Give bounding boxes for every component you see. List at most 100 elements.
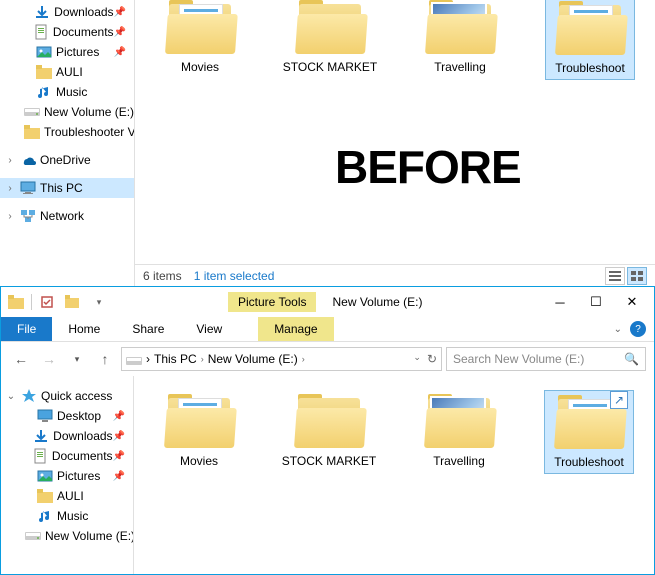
- pin-icon: 📌: [113, 431, 125, 442]
- folder-troubleshoot[interactable]: ↗ Troubleshoot: [544, 390, 634, 474]
- tree-item-auli[interactable]: AULI: [0, 62, 134, 82]
- pin-icon: 📌: [114, 47, 126, 58]
- folder-travelling[interactable]: Travelling: [415, 0, 505, 80]
- tree-item-documents[interactable]: Documents📌: [1, 446, 133, 466]
- folder-label: Movies: [180, 454, 218, 468]
- desktop-icon: [37, 408, 53, 424]
- expand-icon[interactable]: ›: [4, 183, 16, 194]
- pin-icon: 📌: [113, 451, 125, 462]
- refresh-icon[interactable]: ↻: [427, 352, 437, 366]
- back-button[interactable]: ←: [9, 347, 33, 371]
- ribbon-expand-icon[interactable]: ⌄: [614, 324, 622, 335]
- tree-item-new-volume-e-[interactable]: New Volume (E:): [0, 102, 134, 122]
- tree-item-music[interactable]: Music: [0, 82, 134, 102]
- expand-icon[interactable]: ⌄: [5, 391, 17, 402]
- folder-icon: [37, 488, 53, 504]
- folder-icon: [294, 394, 364, 448]
- window-title: New Volume (E:): [332, 295, 422, 309]
- folder-stock-market[interactable]: STOCK MARKET: [285, 0, 375, 80]
- qat-dropdown-icon[interactable]: ▾: [88, 291, 110, 313]
- view-icons-button[interactable]: [627, 267, 647, 285]
- tree-item-label: This PC: [40, 181, 83, 195]
- home-tab[interactable]: Home: [52, 317, 116, 341]
- tree-item-music[interactable]: Music: [1, 506, 133, 526]
- up-button[interactable]: ↑: [93, 347, 117, 371]
- tree-item-label: Troubleshooter V: [44, 125, 135, 139]
- status-bar: 6 items 1 item selected: [135, 264, 655, 286]
- tree-item-label: New Volume (E:): [44, 105, 134, 119]
- tree-item-pictures[interactable]: Pictures 📌: [1, 466, 133, 486]
- tree-item-label: Desktop: [57, 409, 101, 423]
- forward-button[interactable]: →: [37, 347, 61, 371]
- file-tab[interactable]: File: [1, 317, 52, 341]
- search-input[interactable]: Search New Volume (E:) 🔍: [446, 347, 646, 371]
- tree-item-onedrive[interactable]: ›OneDrive: [0, 150, 134, 170]
- tree-item-label: Music: [57, 509, 88, 523]
- properties-icon[interactable]: [36, 291, 58, 313]
- tree-item-label: Downloads: [54, 5, 113, 19]
- close-button[interactable]: ✕: [614, 291, 650, 313]
- tree-item-label: AULI: [56, 65, 83, 79]
- pictures-icon: [37, 468, 53, 484]
- tree-item-label: Pictures: [57, 469, 100, 483]
- tree-item-new-volume-e-[interactable]: New Volume (E:): [1, 526, 133, 546]
- tree-item-desktop[interactable]: Desktop 📌: [1, 406, 133, 426]
- explorer-window: ▾ Picture Tools New Volume (E:) ─ ☐ ✕ Fi…: [0, 286, 655, 575]
- folder-movies[interactable]: Movies: [154, 390, 244, 474]
- folder-view: Movies STOCK MARKET Travelling Troubleshoot…: [135, 0, 655, 286]
- pin-icon: 📌: [113, 471, 125, 482]
- expand-icon[interactable]: ›: [4, 211, 16, 222]
- address-bar[interactable]: › This PC› New Volume (E:)› ⌄ ↻: [121, 347, 442, 371]
- help-icon[interactable]: ?: [630, 321, 646, 337]
- tree-item-label: New Volume (E:): [45, 529, 134, 543]
- share-tab[interactable]: Share: [116, 317, 180, 341]
- tree-item-label: Documents: [52, 449, 113, 463]
- tree-item-downloads[interactable]: Downloads📌: [1, 426, 133, 446]
- folder-label: Troubleshoot: [554, 455, 624, 469]
- folder-icon: ↗: [554, 395, 624, 449]
- tree-item-label: Pictures: [56, 45, 99, 59]
- breadcrumb-segment[interactable]: This PC›: [154, 352, 204, 366]
- maximize-button[interactable]: ☐: [578, 291, 614, 313]
- network-icon: [20, 208, 36, 224]
- tree-item-network[interactable]: › Network: [0, 206, 134, 226]
- document-icon: [32, 448, 48, 464]
- minimize-button[interactable]: ─: [542, 291, 578, 313]
- pin-icon: 📌: [114, 27, 126, 38]
- folder-movies[interactable]: Movies: [155, 0, 245, 80]
- address-dropdown-icon[interactable]: ⌄: [413, 352, 421, 366]
- thispc-icon: [20, 180, 36, 196]
- context-tab-label: Picture Tools: [228, 292, 316, 312]
- manage-tab[interactable]: Manage: [258, 317, 333, 341]
- tree-item-label: Quick access: [41, 389, 112, 403]
- folder-travelling[interactable]: Travelling: [414, 390, 504, 474]
- new-folder-icon[interactable]: [62, 291, 84, 313]
- view-tab[interactable]: View: [180, 317, 238, 341]
- folder-stock-market[interactable]: STOCK MARKET: [284, 390, 374, 474]
- folder-icon: [295, 0, 365, 54]
- pin-icon: 📌: [113, 411, 125, 422]
- status-selected: 1 item selected: [194, 269, 275, 283]
- tree-item-troubleshooter-v[interactable]: Troubleshooter V: [0, 122, 134, 142]
- onedrive-icon: [20, 152, 36, 168]
- recent-dropdown[interactable]: ▾: [65, 347, 89, 371]
- annotation-before: BEFORE: [335, 140, 521, 194]
- folder-icon: [424, 394, 494, 448]
- download-icon: [33, 428, 49, 444]
- breadcrumb-segment[interactable]: New Volume (E:)›: [208, 352, 305, 366]
- drive-icon: [25, 528, 41, 544]
- expand-icon[interactable]: ›: [4, 155, 16, 166]
- folder-label: STOCK MARKET: [283, 60, 377, 74]
- tree-item-this-pc[interactable]: › This PC: [0, 178, 134, 198]
- tree-item-documents[interactable]: Documents📌: [0, 22, 134, 42]
- status-item-count: 6 items: [143, 269, 182, 283]
- tree-item-quick-access[interactable]: ⌄ Quick access: [1, 386, 133, 406]
- drive-icon: [24, 104, 40, 120]
- view-details-button[interactable]: [605, 267, 625, 285]
- tree-item-downloads[interactable]: Downloads📌: [0, 2, 134, 22]
- tree-item-label: Network: [40, 209, 84, 223]
- tree-item-auli[interactable]: AULI: [1, 486, 133, 506]
- tree-item-pictures[interactable]: Pictures 📌: [0, 42, 134, 62]
- folder-troubleshoot[interactable]: Troubleshoot: [545, 0, 635, 80]
- chevron-icon[interactable]: ›: [146, 352, 150, 366]
